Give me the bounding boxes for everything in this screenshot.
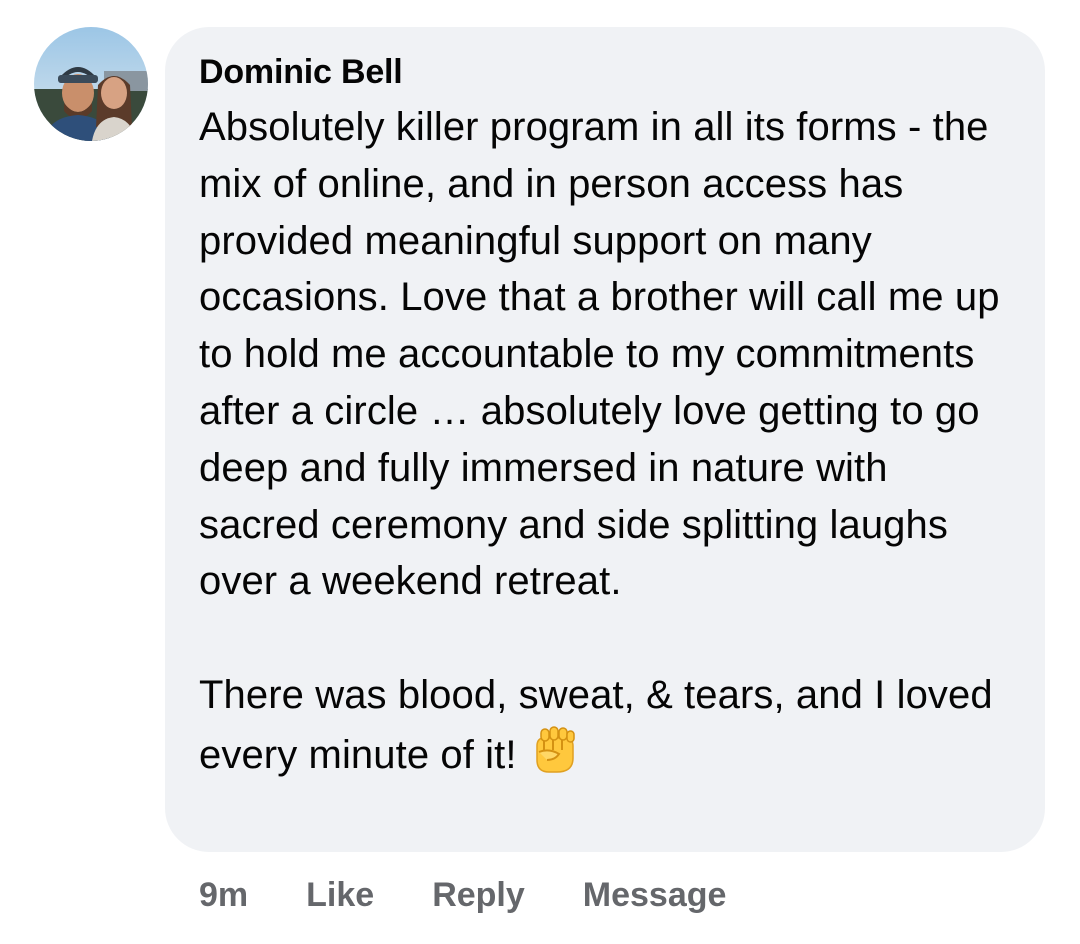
raised-fist-icon [527, 724, 579, 776]
comment-paragraph-2: There was blood, sweat, & tears, and I l… [199, 667, 1005, 784]
avatar-photo [34, 27, 148, 141]
comment-actions: 9m Like Reply Message [199, 872, 784, 918]
comment-bubble: Dominic Bell Absolutely killer program i… [165, 27, 1045, 852]
like-button[interactable]: Like [306, 876, 374, 915]
comment-paragraph-2-text: There was blood, sweat, & tears, and I l… [199, 672, 993, 777]
comment-paragraph-1: Absolutely killer program in all its for… [199, 105, 1000, 604]
comment-timestamp[interactable]: 9m [199, 876, 248, 915]
comment-author-name[interactable]: Dominic Bell [199, 49, 403, 95]
paragraph-break [199, 610, 1005, 667]
message-button[interactable]: Message [583, 876, 727, 915]
comment-body: Absolutely killer program in all its for… [199, 99, 1005, 784]
reply-button[interactable]: Reply [432, 876, 525, 915]
author-avatar[interactable] [34, 27, 148, 141]
